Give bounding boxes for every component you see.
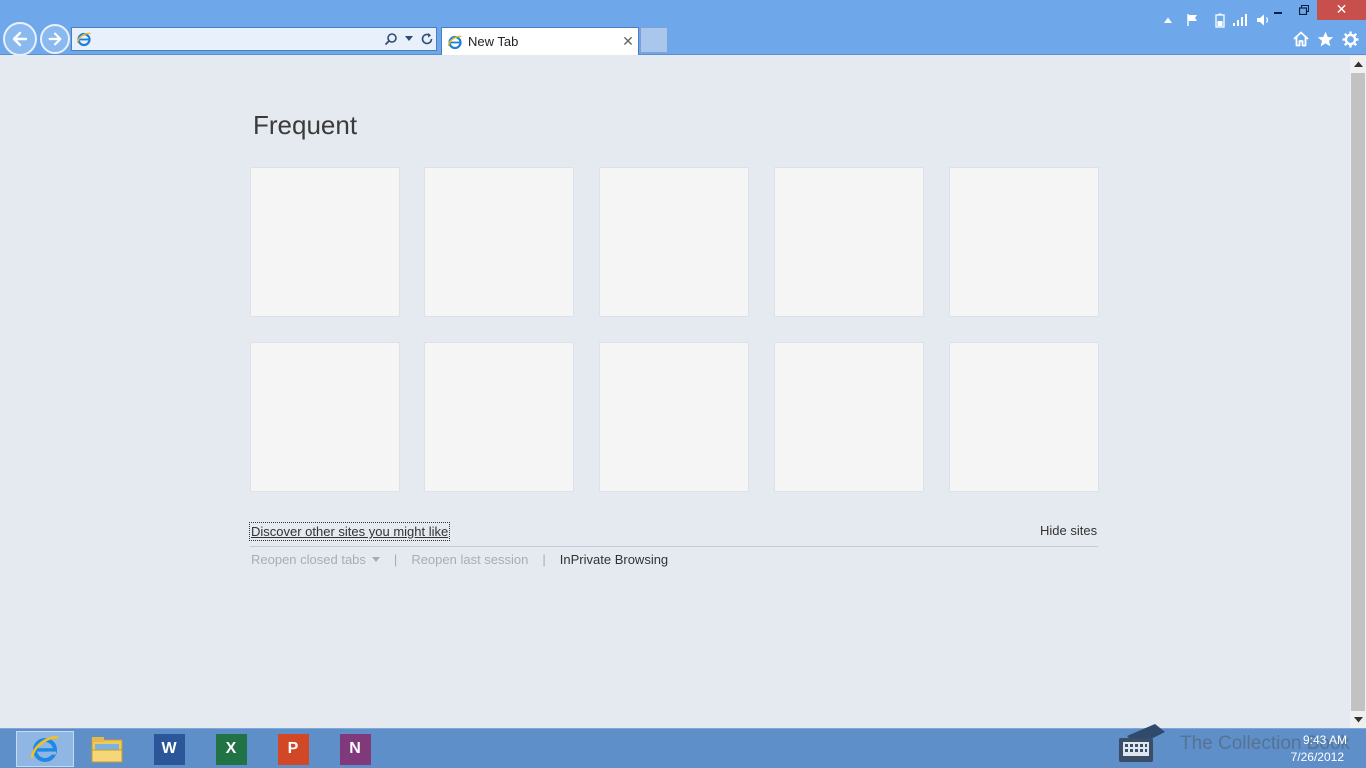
clock-time[interactable]: 9:43 AM xyxy=(1287,733,1347,747)
separator: | xyxy=(393,552,398,567)
separator: | xyxy=(542,552,546,567)
page-title: Frequent xyxy=(253,110,358,140)
frequent-site-tile[interactable] xyxy=(250,167,400,317)
onenote-icon: N xyxy=(339,733,371,765)
frequent-site-tile[interactable] xyxy=(949,342,1099,492)
taskbar-powerpoint[interactable]: P xyxy=(264,731,322,767)
chevron-down-icon[interactable] xyxy=(400,29,418,49)
reopen-closed-tabs-label: Reopen closed tabs xyxy=(251,552,366,567)
new-tab-button[interactable] xyxy=(640,27,668,53)
reopen-closed-tabs-link[interactable]: Reopen closed tabs xyxy=(251,552,380,567)
taskbar-ie[interactable] xyxy=(16,731,74,767)
scroll-up-icon[interactable] xyxy=(1350,56,1366,72)
refresh-icon[interactable] xyxy=(418,29,436,49)
discover-sites-link[interactable]: Discover other sites you might like xyxy=(249,522,451,541)
tab-label: New Tab xyxy=(468,34,519,49)
forward-arrow-icon xyxy=(48,32,62,46)
taskbar-file-explorer[interactable] xyxy=(78,731,136,767)
word-icon: W xyxy=(153,733,185,765)
system-tray xyxy=(1115,0,1366,40)
flag-icon[interactable] xyxy=(1185,12,1201,28)
forward-button[interactable] xyxy=(40,24,70,54)
speaker-icon[interactable] xyxy=(1256,12,1272,28)
excel-icon: X xyxy=(215,733,247,765)
frequent-site-tile[interactable] xyxy=(424,342,574,492)
ie-icon xyxy=(30,736,59,762)
ie-icon xyxy=(76,32,91,47)
frequent-site-tile[interactable] xyxy=(949,167,1099,317)
frequent-site-tile[interactable] xyxy=(599,167,749,317)
address-bar[interactable] xyxy=(71,27,437,51)
chevron-down-icon xyxy=(371,557,380,563)
taskbar-word[interactable]: W xyxy=(140,731,198,767)
tab-new-tab[interactable]: New Tab ✕ xyxy=(441,27,639,55)
folder-icon xyxy=(91,737,123,763)
ie-icon xyxy=(447,35,462,49)
scroll-thumb[interactable] xyxy=(1351,73,1365,711)
frequent-site-tile[interactable] xyxy=(599,342,749,492)
close-tab-icon[interactable]: ✕ xyxy=(618,34,638,50)
back-button[interactable] xyxy=(3,22,37,56)
taskbar-excel[interactable]: X xyxy=(202,731,260,767)
scroll-down-icon[interactable] xyxy=(1350,712,1366,728)
new-tab-page: Frequent Discover other sites you might … xyxy=(0,56,1350,728)
frequent-site-tile[interactable] xyxy=(774,167,924,317)
keyboard-icon[interactable] xyxy=(1117,722,1167,766)
hide-sites-link[interactable]: Hide sites xyxy=(1040,523,1097,538)
inprivate-browsing-link[interactable]: InPrivate Browsing xyxy=(560,552,668,567)
address-input[interactable] xyxy=(96,29,382,49)
back-arrow-icon xyxy=(12,31,28,47)
reopen-last-session-link[interactable]: Reopen last session xyxy=(411,552,528,567)
clock-date[interactable]: 7/26/2012 xyxy=(1280,750,1344,764)
powerpoint-icon: P xyxy=(277,733,309,765)
signal-icon[interactable] xyxy=(1232,12,1248,28)
search-icon[interactable] xyxy=(382,29,400,49)
vertical-scrollbar[interactable] xyxy=(1350,56,1366,728)
divider xyxy=(250,546,1098,547)
frequent-site-tile[interactable] xyxy=(424,167,574,317)
chevron-up-icon[interactable] xyxy=(1160,12,1176,28)
frequent-site-tile[interactable] xyxy=(250,342,400,492)
footer-links: Reopen closed tabs | Reopen last session… xyxy=(251,552,668,567)
frequent-site-tile[interactable] xyxy=(774,342,924,492)
taskbar-onenote[interactable]: N xyxy=(326,731,384,767)
battery-icon[interactable] xyxy=(1212,12,1228,28)
